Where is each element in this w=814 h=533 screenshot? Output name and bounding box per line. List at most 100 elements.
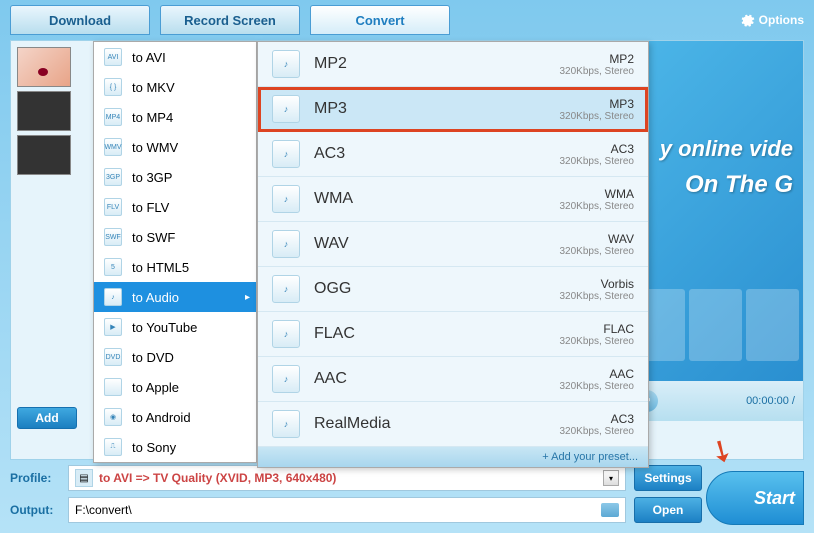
audio-item-realmedia[interactable]: ♪RealMediaAC3320Kbps, Stereo xyxy=(258,402,648,447)
audio-submenu: ♪MP2MP2320Kbps, Stereo♪MP3MP3320Kbps, St… xyxy=(257,41,649,468)
audio-quality: 320Kbps, Stereo xyxy=(560,336,635,347)
format-item-to-mp4[interactable]: MP4to MP4 xyxy=(94,102,256,132)
add-button[interactable]: Add xyxy=(17,407,77,429)
audio-codec: Vorbis xyxy=(560,277,635,291)
audio-icon: ♪ xyxy=(272,230,300,258)
main-content: king Ball AVIto AVI{ }to MKVMP4to MP4WMV… xyxy=(10,40,804,460)
thumbnail-list xyxy=(17,47,71,179)
output-input[interactable] xyxy=(75,503,601,517)
audio-item-name: RealMedia xyxy=(314,415,390,433)
format-item-label: to WMV xyxy=(132,140,178,155)
audio-quality: 320Kbps, Stereo xyxy=(560,426,635,437)
format-item-to-audio[interactable]: ♪to Audio xyxy=(94,282,256,312)
thumbnail-item[interactable] xyxy=(17,135,71,175)
audio-item-mp2[interactable]: ♪MP2MP2320Kbps, Stereo xyxy=(258,42,648,87)
audio-item-name: OGG xyxy=(314,280,351,298)
format-icon: WMV xyxy=(104,138,122,156)
format-item-to-apple[interactable]: to Apple xyxy=(94,372,256,402)
folder-icon[interactable] xyxy=(601,503,619,517)
audio-icon: ♪ xyxy=(272,185,300,213)
audio-item-name: FLAC xyxy=(314,325,355,343)
audio-quality: 320Kbps, Stereo xyxy=(560,156,635,167)
format-icon: 3GP xyxy=(104,168,122,186)
audio-quality: 320Kbps, Stereo xyxy=(560,201,635,212)
format-icon xyxy=(104,378,122,396)
audio-item-wav[interactable]: ♪WAVWAV320Kbps, Stereo xyxy=(258,222,648,267)
format-item-to-html5[interactable]: 5to HTML5 xyxy=(94,252,256,282)
settings-button[interactable]: Settings xyxy=(634,465,702,491)
format-item-label: to Sony xyxy=(132,440,176,455)
audio-quality: 320Kbps, Stereo xyxy=(560,246,635,257)
tab-download[interactable]: Download xyxy=(10,5,150,35)
profile-dropdown[interactable]: ▤ to AVI => TV Quality (XVID, MP3, 640x4… xyxy=(68,465,626,491)
promo-text-2: On The G xyxy=(685,171,793,199)
audio-codec: AAC xyxy=(560,367,635,381)
format-item-to-swf[interactable]: SWF to SWF xyxy=(94,222,256,252)
format-item-label: to Audio xyxy=(132,290,179,305)
audio-quality: 320Kbps, Stereo xyxy=(560,111,635,122)
audio-item-mp3[interactable]: ♪MP3MP3320Kbps, Stereo xyxy=(258,87,648,132)
audio-codec: WAV xyxy=(560,232,635,246)
audio-icon: ♪ xyxy=(272,95,300,123)
audio-quality: 320Kbps, Stereo xyxy=(560,381,635,392)
audio-icon: ♪ xyxy=(272,320,300,348)
format-item-to-dvd[interactable]: DVDto DVD xyxy=(94,342,256,372)
audio-icon: ♪ xyxy=(272,140,300,168)
profile-label: Profile: xyxy=(10,471,60,485)
format-item-to-mkv[interactable]: { } to MKV xyxy=(94,72,256,102)
video-preview-panel: y online vide On The G xyxy=(628,41,803,381)
format-item-to-android[interactable]: ◉to Android xyxy=(94,402,256,432)
audio-quality: 320Kbps, Stereo xyxy=(560,66,635,77)
audio-quality: 320Kbps, Stereo xyxy=(560,291,635,302)
format-icon: { } xyxy=(104,78,122,96)
format-item-label: to YouTube xyxy=(132,320,197,335)
chevron-down-icon: ▾ xyxy=(603,470,619,486)
format-item-label: to MKV xyxy=(132,80,175,95)
tab-record-screen[interactable]: Record Screen xyxy=(160,5,300,35)
format-item-label: to Apple xyxy=(132,380,179,395)
format-icon: MP4 xyxy=(104,108,122,126)
audio-icon: ♪ xyxy=(272,410,300,438)
audio-item-name: MP3 xyxy=(314,100,347,118)
audio-codec: AC3 xyxy=(560,142,635,156)
audio-item-aac[interactable]: ♪AACAAC320Kbps, Stereo xyxy=(258,357,648,402)
thumbnail-item[interactable] xyxy=(17,91,71,131)
start-button[interactable]: Start xyxy=(706,471,804,525)
format-item-to-flv[interactable]: FLVto FLV xyxy=(94,192,256,222)
audio-icon: ♪ xyxy=(272,50,300,78)
options-button[interactable]: Options xyxy=(739,12,804,28)
format-icon: DVD xyxy=(104,348,122,366)
format-item-to-youtube[interactable]: ▶to YouTube xyxy=(94,312,256,342)
format-icon: SWF xyxy=(104,228,122,246)
audio-codec: FLAC xyxy=(560,322,635,336)
format-item-label: to AVI xyxy=(132,50,166,65)
audio-item-name: AC3 xyxy=(314,145,345,163)
open-button[interactable]: Open xyxy=(634,497,702,523)
format-item-label: to Android xyxy=(132,410,191,425)
audio-item-ac3[interactable]: ♪AC3AC3320Kbps, Stereo xyxy=(258,132,648,177)
format-item-to-3gp[interactable]: 3GPto 3GP xyxy=(94,162,256,192)
format-item-label: to SWF xyxy=(132,230,175,245)
avi-icon: ▤ xyxy=(75,469,93,487)
output-label: Output: xyxy=(10,503,60,517)
gear-icon xyxy=(739,12,755,28)
audio-codec: MP2 xyxy=(560,52,635,66)
tab-convert[interactable]: Convert xyxy=(310,5,450,35)
audio-item-ogg[interactable]: ♪OGGVorbis320Kbps, Stereo xyxy=(258,267,648,312)
playback-bar: ↗ 00:00:00 / xyxy=(628,381,803,421)
options-label: Options xyxy=(759,13,804,27)
audio-codec: MP3 xyxy=(560,97,635,111)
audio-item-wma[interactable]: ♪WMAWMA320Kbps, Stereo xyxy=(258,177,648,222)
thumbnail-item[interactable] xyxy=(17,47,71,87)
format-item-to-wmv[interactable]: WMV to WMV xyxy=(94,132,256,162)
format-icon: AVI xyxy=(104,48,122,66)
audio-item-flac[interactable]: ♪FLACFLAC320Kbps, Stereo xyxy=(258,312,648,357)
add-preset-button[interactable]: + Add your preset... xyxy=(258,447,648,467)
audio-icon: ♪ xyxy=(272,365,300,393)
format-item-to-sony[interactable]: ⎍to Sony xyxy=(94,432,256,462)
audio-item-name: MP2 xyxy=(314,55,347,73)
format-icon: 5 xyxy=(104,258,122,276)
output-path-field[interactable] xyxy=(68,497,626,523)
audio-item-name: WMA xyxy=(314,190,353,208)
format-item-to-avi[interactable]: AVI to AVI xyxy=(94,42,256,72)
